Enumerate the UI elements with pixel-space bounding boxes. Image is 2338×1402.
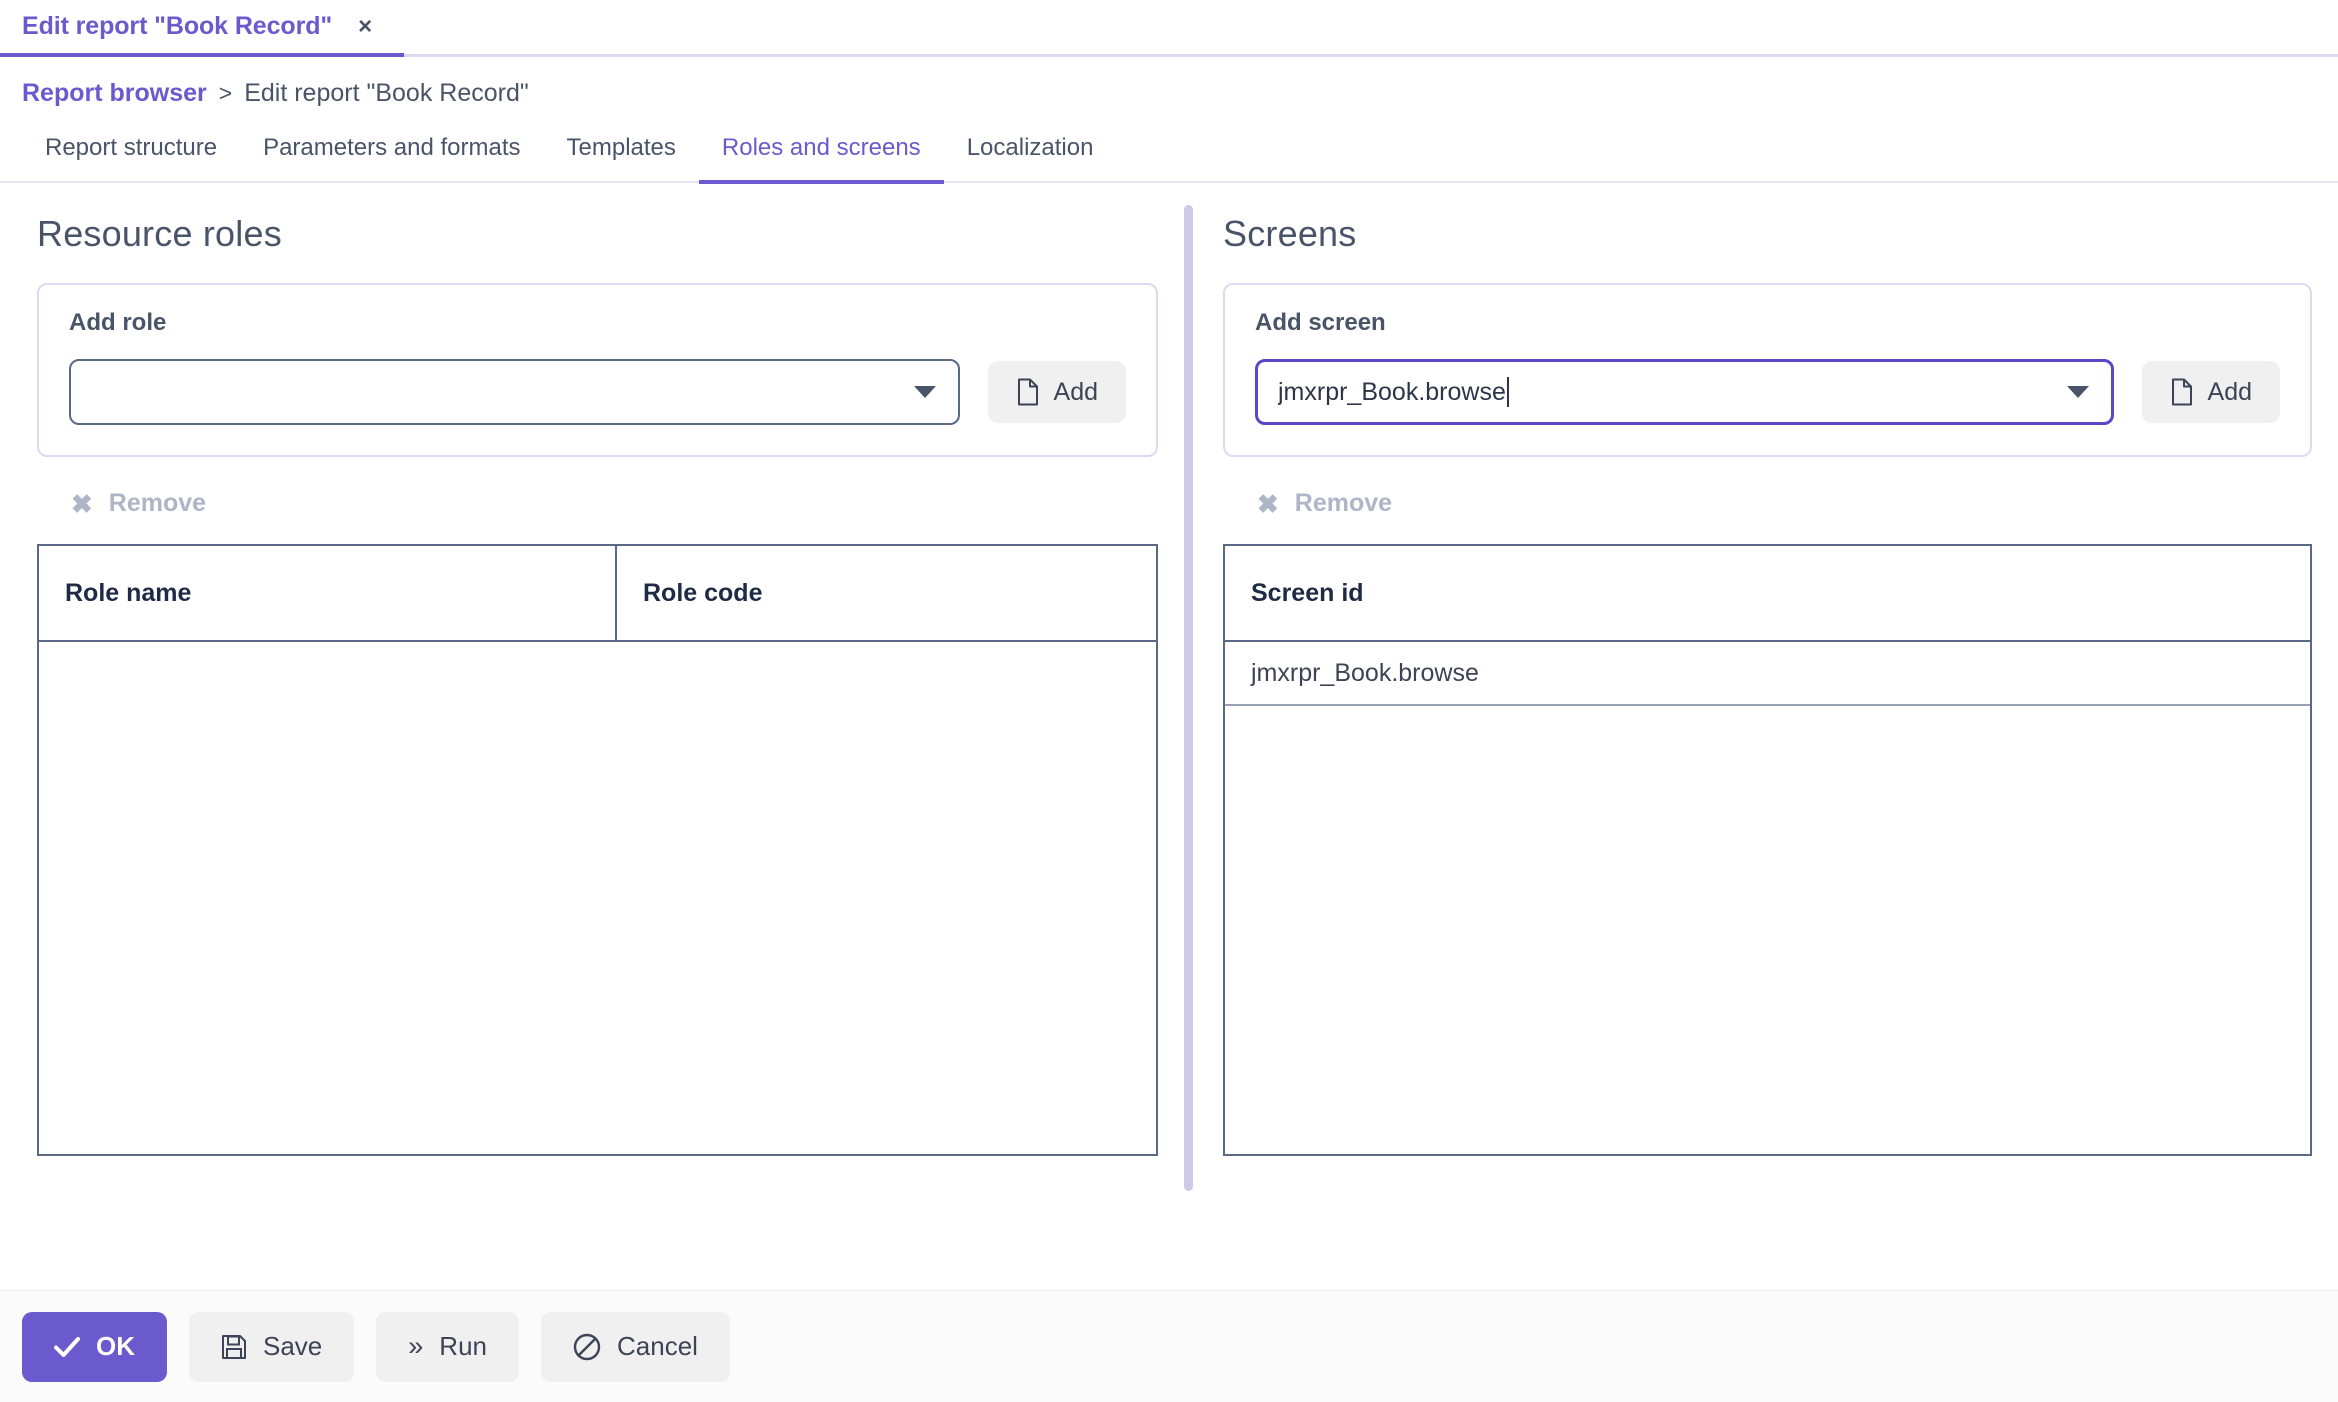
- resource-roles-panel: Resource roles Add role Add ✖ Remove Rol…: [0, 183, 1184, 1271]
- remove-screen-button-label: Remove: [1294, 489, 1393, 517]
- document-icon: [2170, 378, 2194, 406]
- text-caret: [1506, 377, 1509, 407]
- save-button-label: Save: [263, 1331, 323, 1361]
- tab-report-structure[interactable]: Report structure: [22, 126, 240, 184]
- ok-button-label: OK: [96, 1331, 135, 1361]
- resource-roles-title: Resource roles: [37, 213, 282, 254]
- screens-table[interactable]: Screen id jmxrpr_Book.browse: [1223, 544, 2312, 1156]
- run-button-label: Run: [439, 1331, 487, 1361]
- x-icon: ✖: [1257, 488, 1279, 519]
- section-tab-bar: Report structure Parameters and formats …: [0, 126, 2338, 184]
- screens-panel: Screens Add screen jmxrpr_Book.browse Ad…: [1193, 183, 2338, 1271]
- role-combobox[interactable]: [69, 359, 960, 425]
- add-screen-label: Add screen: [1255, 309, 1386, 336]
- add-screen-row: jmxrpr_Book.browse Add: [1255, 359, 2280, 425]
- tab-roles-and-screens[interactable]: Roles and screens: [698, 126, 944, 184]
- table-row[interactable]: jmxrpr_Book.browse: [1225, 642, 2310, 706]
- window-tab-strip: Edit report "Book Record" ×: [0, 0, 2338, 57]
- breadcrumb-current: Edit report "Book Record": [244, 79, 529, 107]
- screen-combobox-value: jmxrpr_Book.browse: [1278, 377, 1506, 406]
- screens-title: Screens: [1223, 213, 1357, 254]
- remove-screen-button[interactable]: ✖ Remove: [1255, 485, 1394, 522]
- double-chevron-right-icon: »: [408, 1331, 424, 1361]
- add-role-box: Add role Add: [37, 283, 1158, 457]
- screens-table-header: Screen id: [1225, 546, 2310, 642]
- tab-localization[interactable]: Localization: [944, 126, 1117, 184]
- document-icon: [1016, 378, 1040, 406]
- breadcrumb-separator: >: [218, 80, 233, 106]
- remove-role-button-label: Remove: [108, 489, 207, 517]
- window-tab-edit-report[interactable]: Edit report "Book Record" ×: [0, 0, 405, 57]
- add-screen-button-label: Add: [2207, 377, 2252, 406]
- add-screen-button[interactable]: Add: [2141, 361, 2280, 423]
- chevron-down-icon[interactable]: [913, 386, 936, 398]
- add-role-button[interactable]: Add: [987, 361, 1126, 423]
- cancel-button[interactable]: Cancel: [541, 1311, 730, 1382]
- check-icon: [54, 1336, 80, 1358]
- breadcrumb: Report browser > Edit report "Book Recor…: [0, 57, 2338, 126]
- breadcrumb-link-report-browser[interactable]: Report browser: [22, 79, 207, 108]
- roles-table[interactable]: Role name Role code: [37, 544, 1158, 1156]
- window-tab-title: Edit report "Book Record": [22, 12, 333, 40]
- column-header-role-code[interactable]: Role code: [617, 546, 1156, 640]
- column-header-role-name[interactable]: Role name: [39, 546, 617, 640]
- ban-icon: [573, 1333, 601, 1361]
- add-role-label: Add role: [69, 309, 167, 336]
- cell-screen-id: jmxrpr_Book.browse: [1251, 658, 1479, 687]
- column-header-screen-id[interactable]: Screen id: [1225, 546, 2310, 640]
- main-content: Resource roles Add role Add ✖ Remove Rol…: [0, 183, 2338, 1271]
- close-icon[interactable]: ×: [354, 13, 376, 41]
- chevron-down-icon[interactable]: [2066, 386, 2089, 398]
- run-button[interactable]: » Run: [376, 1311, 519, 1382]
- screen-combobox[interactable]: jmxrpr_Book.browse: [1255, 359, 2114, 425]
- roles-table-header: Role name Role code: [39, 546, 1156, 642]
- add-role-button-label: Add: [1053, 377, 1098, 406]
- add-role-row: Add: [69, 359, 1126, 425]
- tab-templates[interactable]: Templates: [544, 126, 699, 184]
- remove-role-button[interactable]: ✖ Remove: [69, 485, 208, 522]
- panel-splitter[interactable]: [1184, 205, 1193, 1191]
- ok-button[interactable]: OK: [22, 1311, 167, 1382]
- add-screen-box: Add screen jmxrpr_Book.browse Add: [1223, 283, 2312, 457]
- cancel-button-label: Cancel: [617, 1331, 698, 1361]
- footer-button-bar: OK Save » Run Cancel: [0, 1290, 2338, 1402]
- x-icon: ✖: [71, 488, 93, 519]
- save-button[interactable]: Save: [189, 1311, 355, 1382]
- tab-parameters-and-formats[interactable]: Parameters and formats: [240, 126, 543, 184]
- floppy-disk-icon: [221, 1334, 247, 1360]
